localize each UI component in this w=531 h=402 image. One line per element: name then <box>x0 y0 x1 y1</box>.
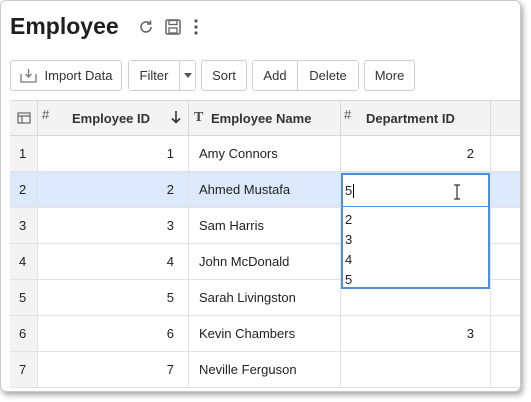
employee-id-cell[interactable]: 4 <box>38 244 189 279</box>
filter-group: Filter <box>128 60 196 91</box>
delete-button[interactable]: Delete <box>297 61 358 90</box>
add-button[interactable]: Add <box>253 61 297 90</box>
department-id-cell[interactable]: 2 <box>341 136 491 171</box>
text-caret <box>353 183 355 198</box>
editor-value: 5 <box>345 183 353 198</box>
text-type-icon: T <box>194 110 204 125</box>
employee-name-cell[interactable]: Ahmed Mustafa <box>189 172 341 207</box>
add-delete-group: Add Delete <box>252 60 359 91</box>
empty-cell <box>491 136 520 171</box>
row-number: 3 <box>10 208 38 243</box>
import-data-label: Import Data <box>44 68 113 83</box>
column-header-employee-name[interactable]: T Employee Name <box>189 101 341 135</box>
department-id-cell[interactable] <box>341 352 491 387</box>
empty-cell <box>491 352 520 387</box>
column-header-department-id[interactable]: # Department ID <box>341 101 491 135</box>
row-number: 5 <box>10 280 38 315</box>
row-number: 4 <box>10 244 38 279</box>
empty-cell <box>491 208 520 243</box>
employee-id-cell[interactable]: 7 <box>38 352 189 387</box>
department-id-input[interactable]: 5 <box>343 175 488 207</box>
app-window: Employee Import Data Filter Sort Add Del… <box>0 0 521 392</box>
empty-cell <box>491 280 520 315</box>
employee-id-cell[interactable]: 3 <box>38 208 189 243</box>
department-id-editor[interactable]: 5 2 3 4 5 <box>341 173 490 289</box>
table-settings-icon <box>16 112 31 124</box>
suggestion-option[interactable]: 4 <box>343 249 488 269</box>
sort-button[interactable]: Sort <box>201 60 247 91</box>
empty-cell <box>491 244 520 279</box>
employee-id-cell[interactable]: 2 <box>38 172 189 207</box>
employee-name-cell[interactable]: Sam Harris <box>189 208 341 243</box>
page-title: Employee <box>10 13 119 39</box>
ibeam-cursor-icon <box>453 184 461 200</box>
table-row[interactable]: 1 1 Amy Connors 2 <box>10 136 520 172</box>
employee-id-cell[interactable]: 6 <box>38 316 189 351</box>
grid-settings-header[interactable] <box>10 101 38 135</box>
filter-button[interactable]: Filter <box>129 61 179 90</box>
import-data-button[interactable]: Import Data <box>10 60 122 91</box>
chevron-down-icon <box>183 73 192 78</box>
column-header-employee-id[interactable]: # Employee ID <box>38 101 189 135</box>
empty-cell <box>491 172 520 207</box>
row-number: 2 <box>10 172 38 207</box>
column-header-label: Employee Name <box>211 110 312 126</box>
table-row[interactable]: 6 6 Kevin Chambers 3 <box>10 316 520 352</box>
column-header-empty <box>491 101 520 135</box>
grid-header-row: # Employee ID T Employee Name # Departme… <box>10 100 520 136</box>
filter-dropdown-button[interactable] <box>179 61 195 90</box>
number-type-icon: # <box>344 107 352 122</box>
employee-name-cell[interactable]: Kevin Chambers <box>189 316 341 351</box>
number-type-icon: # <box>42 107 50 122</box>
employee-name-cell[interactable]: Sarah Livingston <box>189 280 341 315</box>
suggestion-option[interactable]: 3 <box>343 229 488 249</box>
row-number: 1 <box>10 136 38 171</box>
suggestion-option[interactable]: 2 <box>343 209 488 229</box>
refresh-icon[interactable] <box>137 18 155 36</box>
sort-descending-icon[interactable] <box>171 111 181 124</box>
more-button[interactable]: More <box>364 60 415 91</box>
suggestion-list: 2 3 4 5 <box>343 209 488 289</box>
employee-name-cell[interactable]: John McDonald <box>189 244 341 279</box>
employee-name-cell[interactable]: Amy Connors <box>189 136 341 171</box>
column-header-label: Employee ID <box>72 110 151 126</box>
save-icon[interactable] <box>164 18 182 36</box>
table-row[interactable]: 7 7 Neville Ferguson <box>10 352 520 388</box>
suggestion-option[interactable]: 5 <box>343 269 488 289</box>
department-id-cell[interactable]: 3 <box>341 316 491 351</box>
empty-cell <box>491 316 520 351</box>
more-vertical-icon[interactable] <box>189 18 207 36</box>
column-header-label: Department ID <box>366 110 455 126</box>
row-number: 6 <box>10 316 38 351</box>
employee-id-cell[interactable]: 1 <box>38 136 189 171</box>
employee-name-cell[interactable]: Neville Ferguson <box>189 352 341 387</box>
row-number: 7 <box>10 352 38 387</box>
import-icon <box>19 68 37 83</box>
employee-id-cell[interactable]: 5 <box>38 280 189 315</box>
toolbar: Import Data Filter Sort Add Delete More <box>10 60 415 91</box>
